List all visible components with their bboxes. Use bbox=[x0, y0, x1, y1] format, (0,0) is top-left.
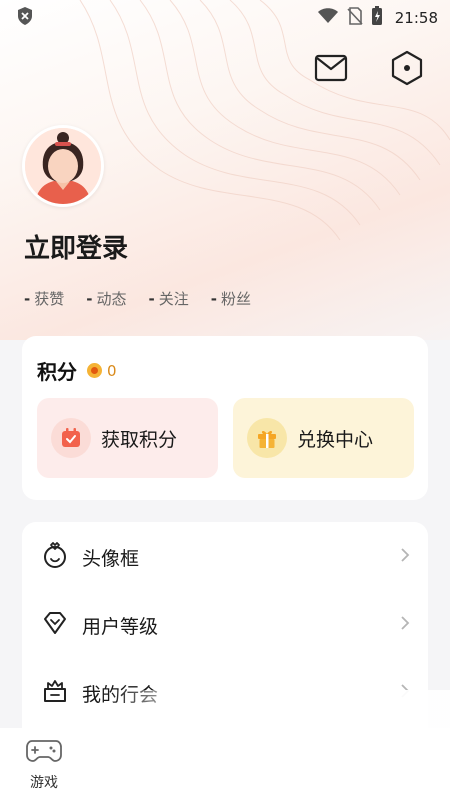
nav-tab-game[interactable]: 游戏 bbox=[22, 738, 66, 792]
hexagon-settings-icon bbox=[389, 50, 425, 90]
stat-following[interactable]: - 关注 bbox=[149, 288, 189, 309]
menu-item-user-level[interactable]: 用户等级 bbox=[22, 595, 428, 655]
mail-icon bbox=[314, 54, 348, 86]
stat-label: 动态 bbox=[96, 290, 127, 308]
login-link[interactable]: 立即登录 bbox=[24, 228, 128, 265]
stat-value: - bbox=[86, 289, 93, 308]
avatar[interactable] bbox=[22, 125, 104, 207]
mail-button[interactable] bbox=[311, 50, 351, 90]
menu-item-avatar-frame[interactable]: 头像框 bbox=[22, 527, 428, 587]
stat-posts[interactable]: - 动态 bbox=[86, 288, 126, 309]
stat-label: 关注 bbox=[158, 290, 189, 308]
stat-value: - bbox=[210, 289, 217, 308]
shield-icon bbox=[16, 6, 34, 30]
stat-likes[interactable]: - 获赞 bbox=[24, 288, 64, 309]
earn-points-label: 获取积分 bbox=[101, 428, 178, 451]
status-bar: 21:58 bbox=[0, 0, 450, 36]
avatar-frame-icon bbox=[42, 541, 68, 573]
points-value: 0 bbox=[107, 361, 117, 380]
stat-value: - bbox=[24, 289, 31, 308]
guild-icon bbox=[42, 678, 68, 708]
exchange-center-label: 兑换中心 bbox=[297, 428, 374, 451]
gift-icon bbox=[247, 418, 287, 458]
settings-button[interactable] bbox=[387, 50, 427, 90]
exchange-center-button[interactable]: 兑换中心 bbox=[233, 398, 414, 478]
earn-points-button[interactable]: 获取积分 bbox=[37, 398, 218, 478]
gamepad-icon bbox=[26, 738, 62, 768]
stat-label: 粉丝 bbox=[220, 290, 251, 308]
nav-tab-label: 游戏 bbox=[30, 775, 58, 791]
points-title: 积分 bbox=[37, 360, 77, 384]
chevron-right-icon bbox=[400, 547, 410, 567]
stat-followers[interactable]: - 粉丝 bbox=[211, 288, 251, 309]
no-sim-icon bbox=[347, 7, 363, 29]
menu-item-label: 用户等级 bbox=[82, 615, 159, 638]
stat-value: - bbox=[148, 289, 155, 308]
points-card: 积分 0 获取积分 兑换中心 bbox=[22, 336, 428, 500]
status-time: 21:58 bbox=[394, 9, 438, 27]
avatar-illustration bbox=[25, 128, 101, 204]
bottom-nav: 游戏 bbox=[0, 728, 450, 800]
wifi-icon bbox=[317, 8, 339, 28]
menu-item-label: 头像框 bbox=[82, 547, 140, 570]
stat-label: 获赞 bbox=[34, 290, 65, 308]
chevron-right-icon bbox=[400, 615, 410, 635]
battery-charging-icon bbox=[371, 6, 383, 30]
points-header: 积分 0 bbox=[37, 356, 117, 385]
level-badge-icon bbox=[42, 610, 68, 640]
profile-stats: - 获赞 - 动态 - 关注 - 粉丝 bbox=[24, 288, 251, 309]
calendar-icon bbox=[51, 418, 91, 458]
coin-icon bbox=[87, 363, 102, 378]
